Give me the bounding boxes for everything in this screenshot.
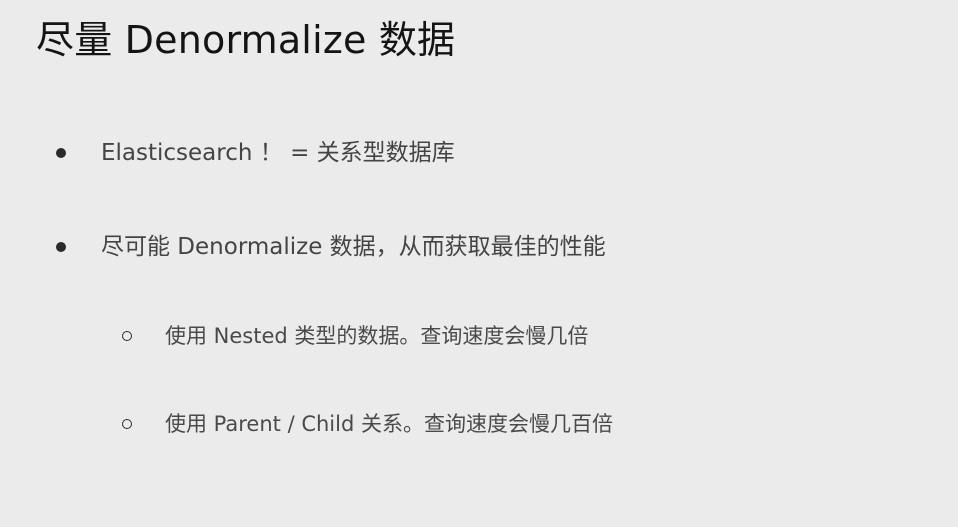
bullet-circle-icon bbox=[122, 331, 132, 341]
bullet-disc-icon bbox=[56, 242, 66, 252]
bullet-text: 尽可能 Denormalize 数据，从而获取最佳的性能 bbox=[101, 234, 606, 260]
bullet-item-denormalize: 尽可能 Denormalize 数据，从而获取最佳的性能 bbox=[56, 232, 606, 262]
slide: 尽量 Denormalize 数据 Elasticsearch ！ = 关系型数… bbox=[0, 0, 958, 527]
slide-title: 尽量 Denormalize 数据 bbox=[36, 18, 456, 62]
sub-bullet-text: 使用 Parent / Child 关系。查询速度会慢几百倍 bbox=[165, 412, 613, 436]
bullet-disc-icon bbox=[56, 148, 66, 158]
sub-bullet-item-nested: 使用 Nested 类型的数据。查询速度会慢几倍 bbox=[122, 322, 588, 350]
bullet-circle-icon bbox=[122, 419, 132, 429]
sub-bullet-text: 使用 Nested 类型的数据。查询速度会慢几倍 bbox=[165, 324, 589, 348]
sub-bullet-item-parent-child: 使用 Parent / Child 关系。查询速度会慢几百倍 bbox=[122, 410, 613, 438]
bullet-item-elasticsearch: Elasticsearch ！ = 关系型数据库 bbox=[56, 138, 455, 168]
bullet-text: Elasticsearch ！ = 关系型数据库 bbox=[101, 140, 455, 166]
